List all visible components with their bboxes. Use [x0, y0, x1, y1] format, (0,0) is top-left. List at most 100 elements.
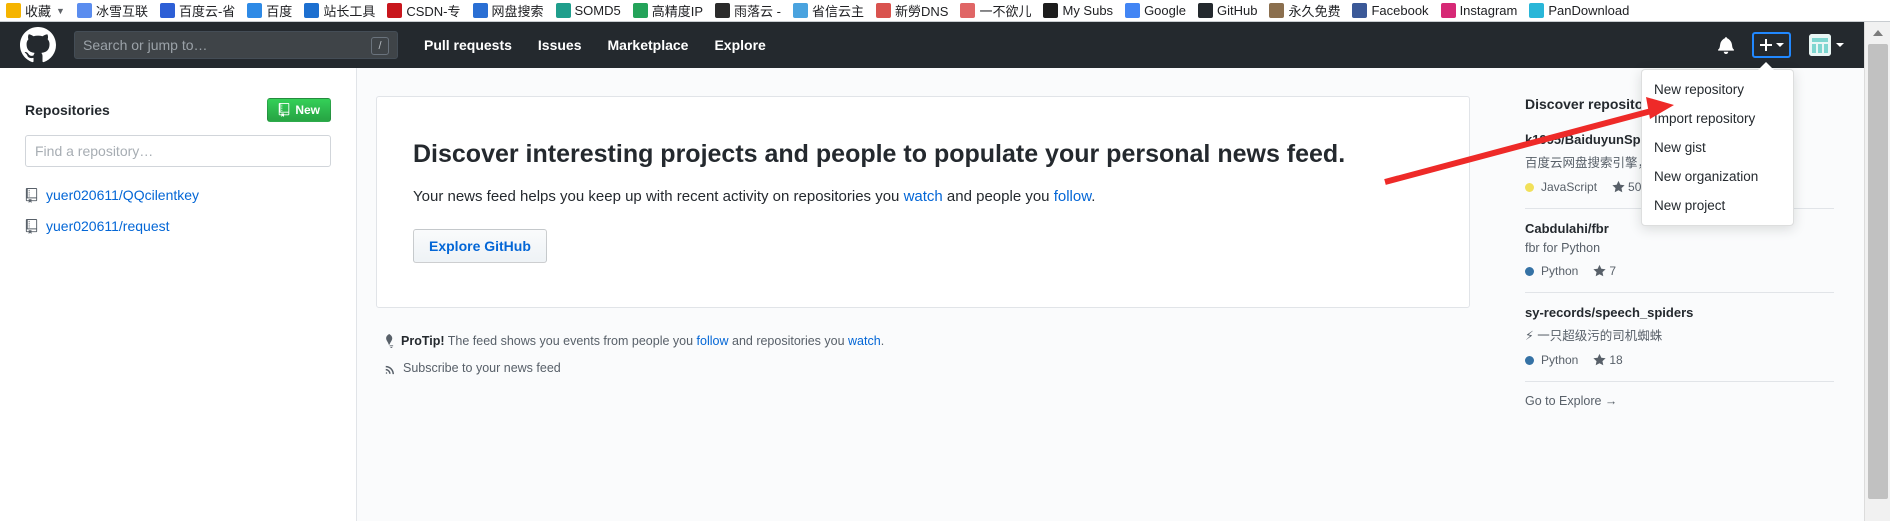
repo-icon [25, 187, 38, 203]
sidebar-repo-item[interactable]: yuer020611/QQcilentkey [25, 187, 331, 203]
discover-repo-meta: Python 7 [1525, 264, 1834, 278]
subscribe-news-feed-link[interactable]: Subscribe to your news feed [385, 361, 1470, 375]
language-color-dot [1525, 266, 1534, 276]
bookmark-label: 收藏 [25, 4, 52, 19]
discover-repo-item: sy-records/speech_spiders ⚡ 一只超级污的司机蜘蛛 P… [1525, 305, 1834, 382]
bookmark-item[interactable]: 新勞DNS [876, 1, 948, 20]
new-repository-label: New [295, 103, 320, 117]
bookmark-item[interactable]: Facebook [1352, 3, 1429, 18]
instagram-favicon [1440, 3, 1456, 18]
bookmark-label: 站长工具 [323, 4, 376, 19]
protip-watch-link[interactable]: watch [848, 334, 881, 348]
search-shortcut-key: / [371, 37, 389, 55]
discover-repo-language: Python [1541, 353, 1579, 367]
free-favicon [1269, 3, 1285, 18]
watch-link[interactable]: watch [904, 188, 943, 205]
menu-item-new-repository[interactable]: New repository [1642, 75, 1793, 104]
bookmark-label: 新勞DNS [895, 4, 949, 19]
dropdown-caret-icon [1758, 62, 1774, 70]
bell-icon[interactable] [1718, 36, 1734, 54]
github-mark-icon[interactable] [20, 27, 56, 63]
bookmark-label: 高精度IP [651, 4, 704, 19]
repository-filter-input[interactable] [25, 135, 331, 167]
vertical-scrollbar[interactable] [1864, 22, 1890, 521]
bookmark-item[interactable]: 雨落云 - [715, 1, 781, 20]
bookmark-item[interactable]: 收藏 ▼ [6, 1, 65, 20]
bookmark-item[interactable]: Instagram [1440, 3, 1517, 18]
menu-item-import-repository[interactable]: Import repository [1642, 104, 1793, 133]
browser-bookmarks-bar: 收藏 ▼ 冰雪互联 百度云-省 百度 站长工具 CSDN-专 网盘搜索 SOMD5 高精度IP 雨落… [0, 0, 1890, 22]
nav-issues[interactable]: Issues [538, 37, 582, 53]
sidebar-repo-item[interactable]: yuer020611/request [25, 218, 331, 234]
bookmark-item[interactable]: GitHub [1197, 3, 1258, 18]
avatar-menu[interactable] [1809, 34, 1844, 56]
bookmark-item[interactable]: 一不欲儿 [960, 1, 1031, 20]
sidebar-repo-name[interactable]: yuer020611/QQcilentkey [46, 187, 199, 203]
menu-item-new-project[interactable]: New project [1642, 191, 1793, 220]
bookmark-item[interactable]: My Subs [1043, 3, 1113, 18]
bookmark-label: Google [1144, 3, 1186, 18]
bookmark-item[interactable]: 冰雪互联 [76, 1, 148, 20]
repo-icon [25, 218, 38, 234]
github-favicon [1197, 3, 1213, 18]
bookmark-label: GitHub [1216, 3, 1258, 18]
discover-repo-item: Cabdulahi/fbr fbr for Python Python 7 [1525, 221, 1834, 293]
protip-label: ProTip! [401, 334, 445, 349]
follow-link[interactable]: follow [1054, 188, 1092, 205]
bookmark-item[interactable]: 永久免费 [1269, 1, 1340, 20]
go-to-explore-link[interactable]: Go to Explore → [1525, 394, 1834, 408]
discover-repo-name[interactable]: sy-records/speech_spiders [1525, 305, 1834, 320]
news-feed-column: Discover interesting projects and people… [357, 68, 1507, 521]
protip-text-mid: and repositories you [728, 334, 849, 349]
chevron-down-icon [1776, 43, 1784, 47]
bookmark-label: 百度 [266, 4, 293, 19]
chevron-down-icon: ▼ [56, 5, 65, 16]
bookmark-item[interactable]: SOMD5 [555, 3, 621, 18]
new-repository-button[interactable]: New [267, 98, 331, 122]
menu-item-new-organization[interactable]: New organization [1642, 162, 1793, 191]
caret-up-icon [1873, 30, 1883, 36]
baidu-favicon [247, 3, 263, 18]
create-new-button[interactable] [1752, 32, 1791, 58]
bookmark-item[interactable]: 省信云主 [793, 1, 864, 20]
bookmark-label: SOMD5 [574, 3, 621, 18]
sidebar-repo-name[interactable]: yuer020611/request [46, 218, 170, 234]
ip-favicon [632, 3, 648, 18]
scrollbar-up-button[interactable] [1865, 22, 1890, 44]
subscribe-label: Subscribe to your news feed [403, 361, 561, 376]
bookmark-item[interactable]: 网盘搜索 [472, 1, 544, 20]
bookmark-item[interactable]: CSDN-专 [387, 1, 461, 20]
facebook-favicon [1352, 3, 1368, 18]
protip-row: ProTip! The feed shows you events from p… [385, 334, 1470, 349]
lightbulb-icon [386, 334, 394, 349]
nav-marketplace[interactable]: Marketplace [608, 37, 689, 53]
chinaz-favicon [304, 3, 320, 18]
bookmark-item[interactable]: 百度云-省 [159, 1, 235, 20]
menu-item-new-gist[interactable]: New gist [1642, 133, 1793, 162]
bookmark-label: Facebook [1371, 3, 1429, 18]
discover-repo-stars: 18 [1593, 353, 1623, 367]
bookmark-item[interactable]: Google [1125, 3, 1186, 18]
search-input[interactable] [83, 37, 353, 53]
explore-github-button[interactable]: Explore GitHub [413, 229, 547, 264]
nav-pull-requests[interactable]: Pull requests [424, 37, 512, 53]
bookmark-item[interactable]: 站长工具 [304, 1, 375, 20]
news-feed-panel: Discover interesting projects and people… [376, 96, 1470, 309]
bookmark-item[interactable]: PanDownload [1529, 3, 1629, 18]
search-box[interactable]: / [74, 31, 398, 59]
protip-follow-link[interactable]: follow [697, 334, 729, 348]
protip-text-post: . [880, 334, 885, 349]
bookmark-item[interactable]: 高精度IP [632, 1, 704, 20]
repositories-sidebar: Repositories New yuer020611/QQcilentkey … [0, 68, 357, 521]
avatar[interactable] [1809, 34, 1831, 56]
pansearch-favicon [472, 3, 488, 18]
bookmark-label: CSDN-专 [406, 4, 461, 19]
subtitle-text-pre: Your news feed helps you keep up with re… [413, 188, 904, 206]
bookmark-label: PanDownload [1548, 3, 1630, 18]
subtitle-text-post: . [1091, 188, 1096, 206]
nav-explore[interactable]: Explore [714, 37, 765, 53]
news-feed-subtitle: Your news feed helps you keep up with re… [413, 188, 1469, 205]
scrollbar-thumb[interactable] [1868, 44, 1888, 499]
bookmark-label: 冰雪互联 [95, 4, 148, 19]
bookmark-item[interactable]: 百度 [247, 1, 292, 20]
